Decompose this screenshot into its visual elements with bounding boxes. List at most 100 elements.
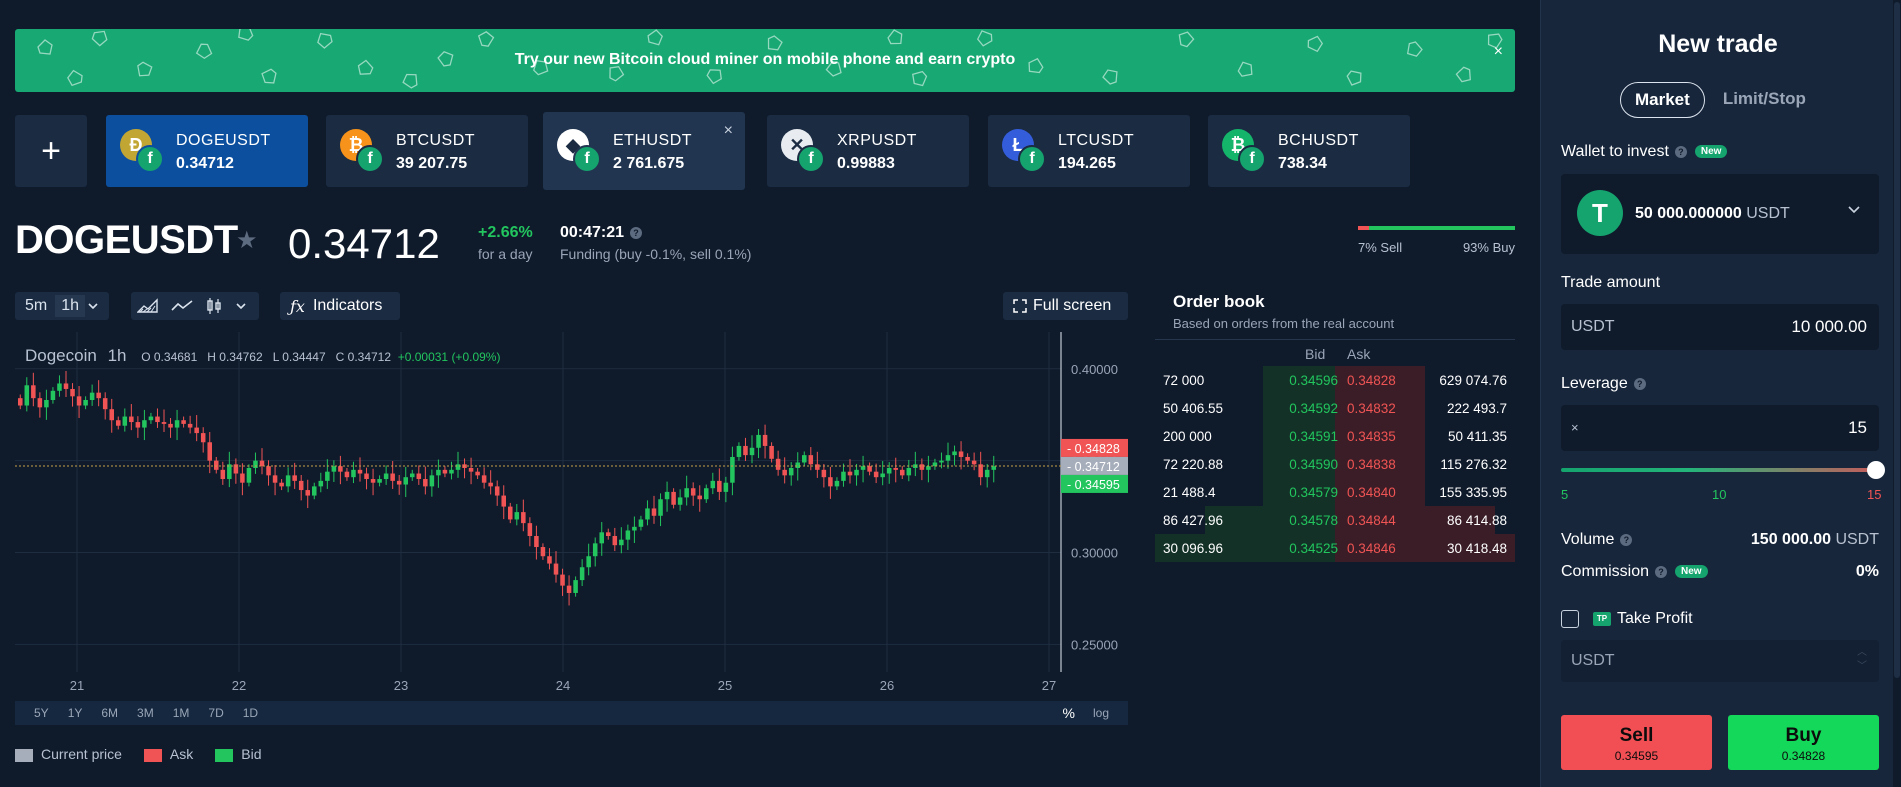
leverage-input[interactable]: × 15 (1561, 405, 1879, 451)
trade-amount-label: Trade amount (1561, 274, 1661, 291)
instrument-tab-bchusdt[interactable]: ₿ f BCHUSDT 738.34 (1208, 115, 1410, 187)
help-icon[interactable]: ? (1620, 533, 1633, 546)
timeframe-1h[interactable]: 1h (55, 295, 86, 317)
slider-handle[interactable] (1867, 461, 1885, 479)
help-icon[interactable]: ? (1674, 145, 1687, 158)
chevron-down-icon[interactable] (235, 300, 247, 312)
favorite-star-icon[interactable]: ★ (236, 226, 258, 255)
volume-label: Volume (1561, 531, 1615, 548)
range-7d[interactable]: 7D (208, 706, 223, 720)
scrollbar-thumb[interactable] (1894, 2, 1900, 678)
range-1m[interactable]: 1M (173, 706, 190, 720)
candle-body (253, 460, 258, 468)
stepper-icon[interactable]: ︿ ﹀ (1857, 646, 1867, 674)
tab-close-icon[interactable]: × (724, 122, 733, 140)
take-profit-input[interactable]: USDT ︿ ﹀ (1561, 640, 1879, 682)
buy-price: 0.34828 (1781, 749, 1826, 763)
instrument-tab-ethusdt[interactable]: ◆ f ETHUSDT 2 761.675 × (543, 112, 745, 190)
candle-body (89, 392, 95, 400)
candle-body (508, 506, 513, 520)
wallet-select[interactable]: T 50 000.000000 USDT (1561, 174, 1879, 254)
order-book-row[interactable]: 200 000 0.34591 0.34835 50 411.35 (1155, 422, 1515, 450)
candle-body (579, 567, 585, 581)
ask-header: Ask (1347, 346, 1371, 362)
price-tag-label-current: - 0.34712 (1067, 460, 1120, 474)
candle-body (488, 482, 493, 487)
panel-scrollbar[interactable] (1893, 0, 1901, 787)
order-book-row[interactable]: 50 406.55 0.34592 0.34832 222 493.7 (1155, 394, 1515, 422)
volume-amount: 150 000.00 (1750, 531, 1831, 548)
candle-body (109, 409, 114, 421)
order-book-row[interactable]: 86 427.96 0.34578 0.34844 86 414.88 (1155, 506, 1515, 534)
candle-body (285, 475, 291, 487)
candle-body (168, 423, 173, 428)
legend-label: Ask (169, 746, 194, 762)
candle-body (769, 445, 774, 459)
banner-close-icon[interactable]: × (1494, 43, 1503, 61)
buy-button[interactable]: Buy 0.34828 (1728, 715, 1879, 770)
candle-body (547, 556, 552, 564)
candle-body (704, 488, 709, 500)
candle-body (194, 427, 199, 434)
candle-body (246, 468, 252, 483)
chevron-down-icon[interactable] (87, 300, 99, 312)
candle-body (449, 469, 454, 474)
take-profit-checkbox[interactable] (1561, 610, 1579, 628)
ask-price: 0.34844 (1347, 513, 1396, 528)
volume-currency: USDT (1835, 531, 1879, 548)
instrument-tab-ltcusdt[interactable]: Łf LTCUSDT 194.265 (988, 115, 1190, 187)
tab-market[interactable]: Market (1620, 82, 1705, 118)
trade-amount-input[interactable]: USDT 10 000.00 (1561, 304, 1879, 350)
leverage-slider[interactable] (1561, 461, 1885, 479)
candle-body (390, 473, 395, 481)
commission-row: Commission? New 0% (1561, 563, 1879, 581)
candlestick-chart[interactable]: 0.400000.350000.300000.25000212223242526… (15, 332, 1128, 725)
candle-body (24, 385, 30, 406)
range-6m[interactable]: 6M (101, 706, 118, 720)
volume-value: 150 000.00 USDT (1751, 531, 1879, 549)
tab-limit-stop[interactable]: Limit/Stop (1709, 82, 1820, 118)
log-scale-toggle[interactable]: log (1093, 706, 1109, 720)
promo-banner[interactable]: Try our new Bitcoin cloud miner on mobil… (15, 29, 1515, 92)
candles-icon[interactable] (205, 297, 223, 315)
new-badge: New (1694, 145, 1728, 159)
instrument-tab-dogeusdt[interactable]: Ðf DOGEUSDT 0.34712 (106, 115, 308, 187)
range-3m[interactable]: 3M (137, 706, 154, 720)
legend-interval: 1h (107, 346, 127, 365)
candle-body (690, 488, 696, 496)
candle-body (723, 482, 729, 492)
help-icon[interactable]: ? (1633, 377, 1646, 390)
order-book-row[interactable]: 21 488.4 0.34579 0.34840 155 335.95 (1155, 478, 1515, 506)
order-book-row[interactable]: 72 220.88 0.34590 0.34838 115 276.32 (1155, 450, 1515, 478)
candle-body (664, 491, 670, 500)
fullscreen-button[interactable]: Full screen (1003, 292, 1128, 320)
candle-body (592, 543, 598, 557)
add-tab-button[interactable]: + (15, 115, 87, 187)
order-book-row[interactable]: 30 096.96 0.34525 0.34846 30 418.48 (1155, 534, 1515, 562)
price-chart[interactable]: 0.400000.350000.300000.25000212223242526… (15, 332, 1128, 725)
candle-body (802, 455, 807, 463)
range-1d[interactable]: 1D (243, 706, 258, 720)
indicators-button[interactable]: ƒx Indicators (280, 292, 400, 320)
crystal-shape (402, 73, 418, 89)
timeframe-5m[interactable]: 5m (19, 295, 53, 317)
sell-button[interactable]: Sell 0.34595 (1561, 715, 1712, 770)
legend-close: C 0.34712 (335, 350, 392, 364)
candle-body (468, 468, 474, 472)
candle-body (351, 469, 356, 478)
line-chart-icon[interactable] (171, 298, 193, 314)
crystal-shape (261, 68, 277, 84)
help-icon[interactable]: ? (1655, 565, 1668, 578)
tab-price: 0.99883 (837, 155, 895, 172)
order-book-row[interactable]: 72 000 0.34596 0.34828 629 074.76 (1155, 366, 1515, 394)
candle-body (625, 530, 631, 540)
legend-ask: Ask (143, 746, 194, 762)
area-chart-icon[interactable] (137, 298, 159, 314)
help-icon[interactable]: ? (630, 226, 643, 239)
percent-scale-toggle[interactable]: % (1063, 705, 1075, 721)
candle-body (266, 466, 271, 476)
range-1y[interactable]: 1Y (68, 706, 83, 720)
range-5y[interactable]: 5Y (34, 706, 49, 720)
instrument-tab-btcusdt[interactable]: ₿ f BTCUSDT 39 207.75 (326, 115, 528, 187)
instrument-tab-xrpusdt[interactable]: ✕ f XRPUSDT 0.99883 (767, 115, 969, 187)
